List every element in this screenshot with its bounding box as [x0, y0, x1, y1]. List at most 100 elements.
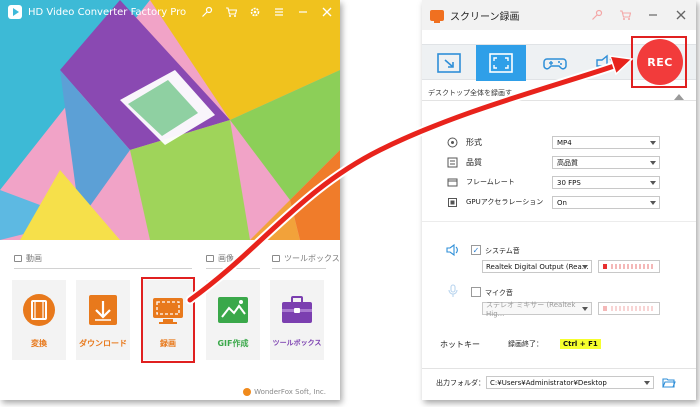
tool-download[interactable]: ダウンロード [76, 280, 130, 360]
section-video: 動画 [14, 253, 42, 264]
quality-icon [446, 156, 458, 168]
section-image-label: 画像 [218, 254, 234, 263]
record-tool-highlight [141, 277, 195, 363]
app-logo-icon [8, 5, 22, 19]
tool-toolbox-label: ツールボックス [272, 339, 322, 347]
tool-convert[interactable]: 変換 [12, 280, 66, 360]
recorder-logo-icon [430, 9, 444, 23]
chevron-down-icon [650, 161, 656, 165]
key-icon[interactable] [200, 5, 214, 19]
tool-convert-label: 変換 [31, 339, 47, 348]
section-video-label: 動画 [26, 254, 42, 263]
cart-icon[interactable] [224, 5, 238, 19]
section-toolbox-label: ツールボックス [284, 254, 340, 263]
system-audio-checkbox[interactable]: ✓ [471, 245, 481, 255]
video-section-icon [14, 255, 22, 262]
toolbox-section-icon [272, 255, 280, 262]
minimize-icon[interactable] [646, 8, 660, 22]
mic-device: ステレオ ミキサー (Realtek Hig... [486, 300, 576, 318]
mode-audio[interactable] [582, 45, 632, 81]
system-audio-label: システム音 [485, 247, 520, 255]
output-divider [422, 368, 696, 369]
section-toolbox-divider [272, 268, 326, 269]
chevron-down-icon [582, 265, 588, 269]
audio-divider [422, 221, 696, 222]
hotkey-action-label: 録画終了： [508, 340, 543, 348]
recorder-title: スクリーン録画 [450, 11, 520, 23]
output-folder-input[interactable]: C:¥Users¥Administrator¥Desktop [486, 376, 654, 389]
tool-download-label: ダウンロード [79, 339, 127, 348]
description-divider [422, 100, 696, 101]
region-select-icon [437, 53, 461, 73]
framerate-select[interactable]: 30 FPS [552, 176, 660, 189]
setting-framerate-label: フレームレート [466, 178, 515, 186]
mode-game[interactable] [530, 45, 580, 81]
cart-icon[interactable] [618, 8, 632, 22]
output-folder-label: 出力フォルダ： [436, 379, 485, 387]
gamepad-icon [543, 58, 567, 70]
quality-value: 高品質 [557, 158, 578, 167]
header-artwork [0, 0, 340, 240]
gpu-icon [446, 196, 458, 208]
key-icon[interactable] [590, 8, 604, 22]
gpu-value: On [557, 198, 567, 207]
microphone-icon [448, 284, 458, 297]
setting-gpu-label: GPUアクセラレーション [466, 198, 544, 206]
gear-icon[interactable] [248, 5, 262, 19]
recorder-titlebar: スクリーン録画 [422, 0, 696, 30]
image-section-icon [206, 255, 214, 262]
format-icon [446, 136, 458, 148]
setting-format-label: 形式 [466, 137, 482, 147]
fullscreen-icon [489, 53, 513, 73]
chevron-down-icon [650, 201, 656, 205]
system-audio-level-meter [598, 260, 660, 273]
film-reel-icon [23, 294, 55, 326]
section-video-divider [14, 268, 192, 269]
system-audio-device: Realtek Digital Output (Rea... [486, 262, 589, 271]
framerate-icon [446, 176, 458, 188]
download-icon [89, 295, 117, 325]
close-icon[interactable] [320, 5, 334, 19]
system-audio-device-select[interactable]: Realtek Digital Output (Rea... [482, 260, 592, 273]
tool-toolbox[interactable]: ツールボックス [270, 280, 324, 360]
rec-highlight: REC [631, 36, 687, 88]
wonderfox-logo-icon [243, 388, 252, 396]
screen-recorder-window: スクリーン録画 REC デスクトップ全体を録画す... 形式 MP4 品質 高品… [422, 0, 696, 400]
brand-label: WonderFox Soft, Inc. [254, 388, 326, 396]
rec-button[interactable]: REC [637, 39, 683, 85]
audio-icon [596, 54, 613, 72]
setting-gpu: GPUアクセラレーション [446, 196, 543, 208]
hotkey-label: ホットキー [440, 340, 480, 349]
mic-device-select[interactable]: ステレオ ミキサー (Realtek Hig... [482, 300, 592, 318]
tool-gif-maker-label: GIF作成 [217, 339, 249, 348]
mic-level-meter [598, 302, 660, 315]
chevron-down-icon [650, 181, 656, 185]
gpu-select[interactable]: On [552, 196, 660, 209]
chevron-down-icon [650, 141, 656, 145]
list-icon[interactable] [272, 5, 286, 19]
setting-framerate: フレームレート [446, 176, 515, 188]
hotkey-value[interactable]: Ctrl + F1 [560, 339, 601, 349]
close-icon[interactable] [674, 8, 688, 22]
mode-fullscreen[interactable] [476, 45, 526, 81]
chevron-down-icon [644, 381, 650, 385]
tool-gif-maker[interactable]: GIF作成 [206, 280, 260, 360]
chevron-down-icon [582, 307, 588, 311]
format-value: MP4 [557, 138, 572, 147]
output-folder-path: C:¥Users¥Administrator¥Desktop [490, 378, 607, 387]
image-icon [218, 297, 248, 323]
quality-select[interactable]: 高品質 [552, 156, 660, 169]
mode-region[interactable] [424, 45, 474, 81]
section-image: 画像 [206, 253, 234, 264]
speaker-icon [446, 243, 458, 257]
format-select[interactable]: MP4 [552, 136, 660, 149]
setting-format: 形式 [446, 136, 482, 148]
mic-audio-checkbox[interactable] [471, 287, 481, 297]
converter-titlebar: HD Video Converter Factory Pro [0, 0, 340, 24]
mic-audio-label: マイク音 [485, 289, 513, 297]
mode-description: デスクトップ全体を録画す... [428, 89, 519, 97]
section-image-divider [206, 268, 260, 269]
open-folder-icon[interactable] [662, 377, 676, 388]
minimize-icon[interactable] [296, 5, 310, 19]
section-toolbox: ツールボックス [272, 253, 340, 264]
